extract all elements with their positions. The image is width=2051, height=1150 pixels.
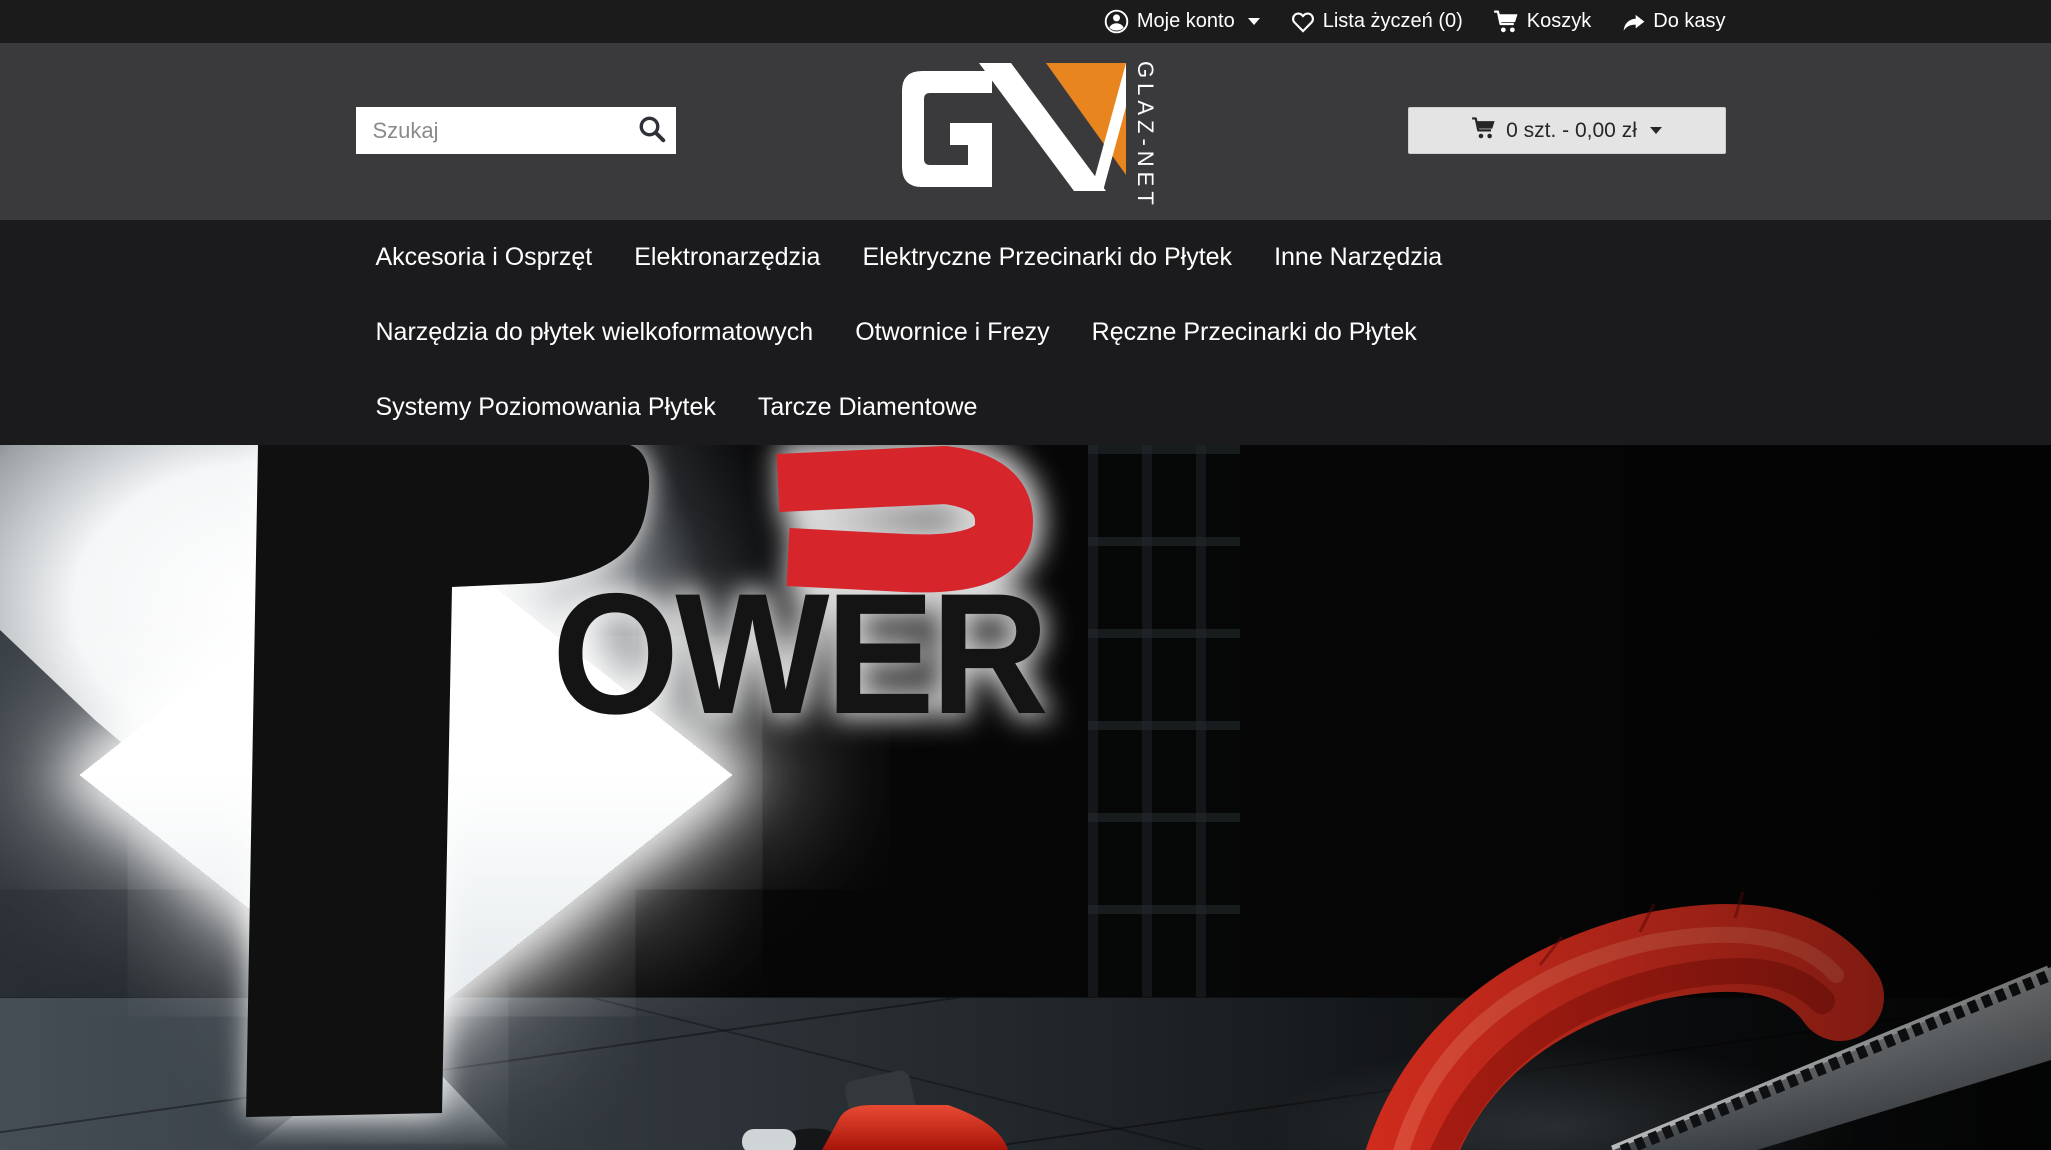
forward-arrow-icon (1621, 11, 1646, 33)
account-link-label: Moje konto (1137, 0, 1235, 43)
header: GLAZ-NET 0 szt. - 0,00 zł (0, 43, 2051, 220)
logo-vertical-text: GLAZ-NET (1126, 59, 1160, 199)
checkout-link-label: Do kasy (1653, 0, 1725, 43)
wishlist-link-label: Lista życzeń (0) (1323, 0, 1463, 43)
nav-item-otwornice-i-frezy[interactable]: Otwornice i Frezy (855, 318, 1049, 347)
caret-down-icon (1650, 127, 1662, 134)
nav-item-akcesoria-i-osprzęt[interactable]: Akcesoria i Osprzęt (376, 243, 593, 272)
cart-icon (1471, 116, 1497, 146)
power-letters: OWER (552, 557, 1046, 750)
cart-icon (1493, 9, 1520, 34)
cutter-head (742, 1069, 1008, 1150)
nav-item-elektronarzędzia[interactable]: Elektronarzędzia (634, 243, 820, 272)
cart-link-label: Koszyk (1527, 0, 1591, 43)
nav-item-systemy-poziomowania-płytek[interactable]: Systemy Poziomowania Płytek (376, 393, 716, 422)
logo-gn-mark-icon (892, 59, 1126, 201)
nav-item-inne-narzędzia[interactable]: Inne Narzędzia (1274, 243, 1442, 272)
header-cart-button[interactable]: 0 szt. - 0,00 zł (1408, 107, 1726, 154)
wishlist-link[interactable]: Lista życzeń (0) (1290, 0, 1463, 43)
search-input[interactable] (356, 107, 676, 154)
search-form (356, 107, 676, 154)
nav-item-tarcze-diamentowe[interactable]: Tarcze Diamentowe (758, 393, 978, 422)
nav-row: Systemy Poziomowania Płytek Tarcze Diamen… (376, 370, 1726, 445)
nav-row: Akcesoria i Osprzęt Elektronarzędzia Elekt… (376, 220, 1726, 295)
account-link[interactable]: Moje konto (1103, 0, 1260, 43)
caret-down-icon (1248, 18, 1260, 25)
search-button[interactable] (634, 113, 670, 148)
search-icon (637, 114, 667, 147)
page: Moje konto Lista życzeń (0) Koszyk Do kasy (0, 0, 2051, 1150)
nav-item-narzędzia-do-płytek-wielkoformatowych[interactable]: Narzędzia do płytek wielkoformatowych (376, 318, 814, 347)
cart-summary: 0 szt. - 0,00 zł (1506, 119, 1637, 143)
logo[interactable]: GLAZ-NET (892, 59, 1160, 201)
hero-graphics: OWER OWER (0, 445, 2051, 1150)
cart-link[interactable]: Koszyk (1493, 0, 1591, 43)
topbar: Moje konto Lista życzeń (0) Koszyk Do kasy (0, 0, 2051, 43)
power-letter-p (246, 445, 649, 1117)
nav-item-ręczne-przecinarki-do-płytek[interactable]: Ręczne Przecinarki do Płytek (1092, 318, 1417, 347)
nav-row: Narzędzia do płytek wielkoformatowych Otw… (376, 295, 1726, 370)
checkout-link[interactable]: Do kasy (1621, 0, 1725, 43)
main-nav: Akcesoria i Osprzęt Elektronarzędzia Elekt… (0, 220, 2051, 445)
nav-item-elektryczne-przecinarki-do-płytek[interactable]: Elektryczne Przecinarki do Płytek (862, 243, 1232, 272)
heart-icon (1290, 9, 1316, 34)
hero-banner[interactable]: OWER OWER (0, 445, 2051, 1150)
user-circle-icon (1103, 8, 1130, 35)
